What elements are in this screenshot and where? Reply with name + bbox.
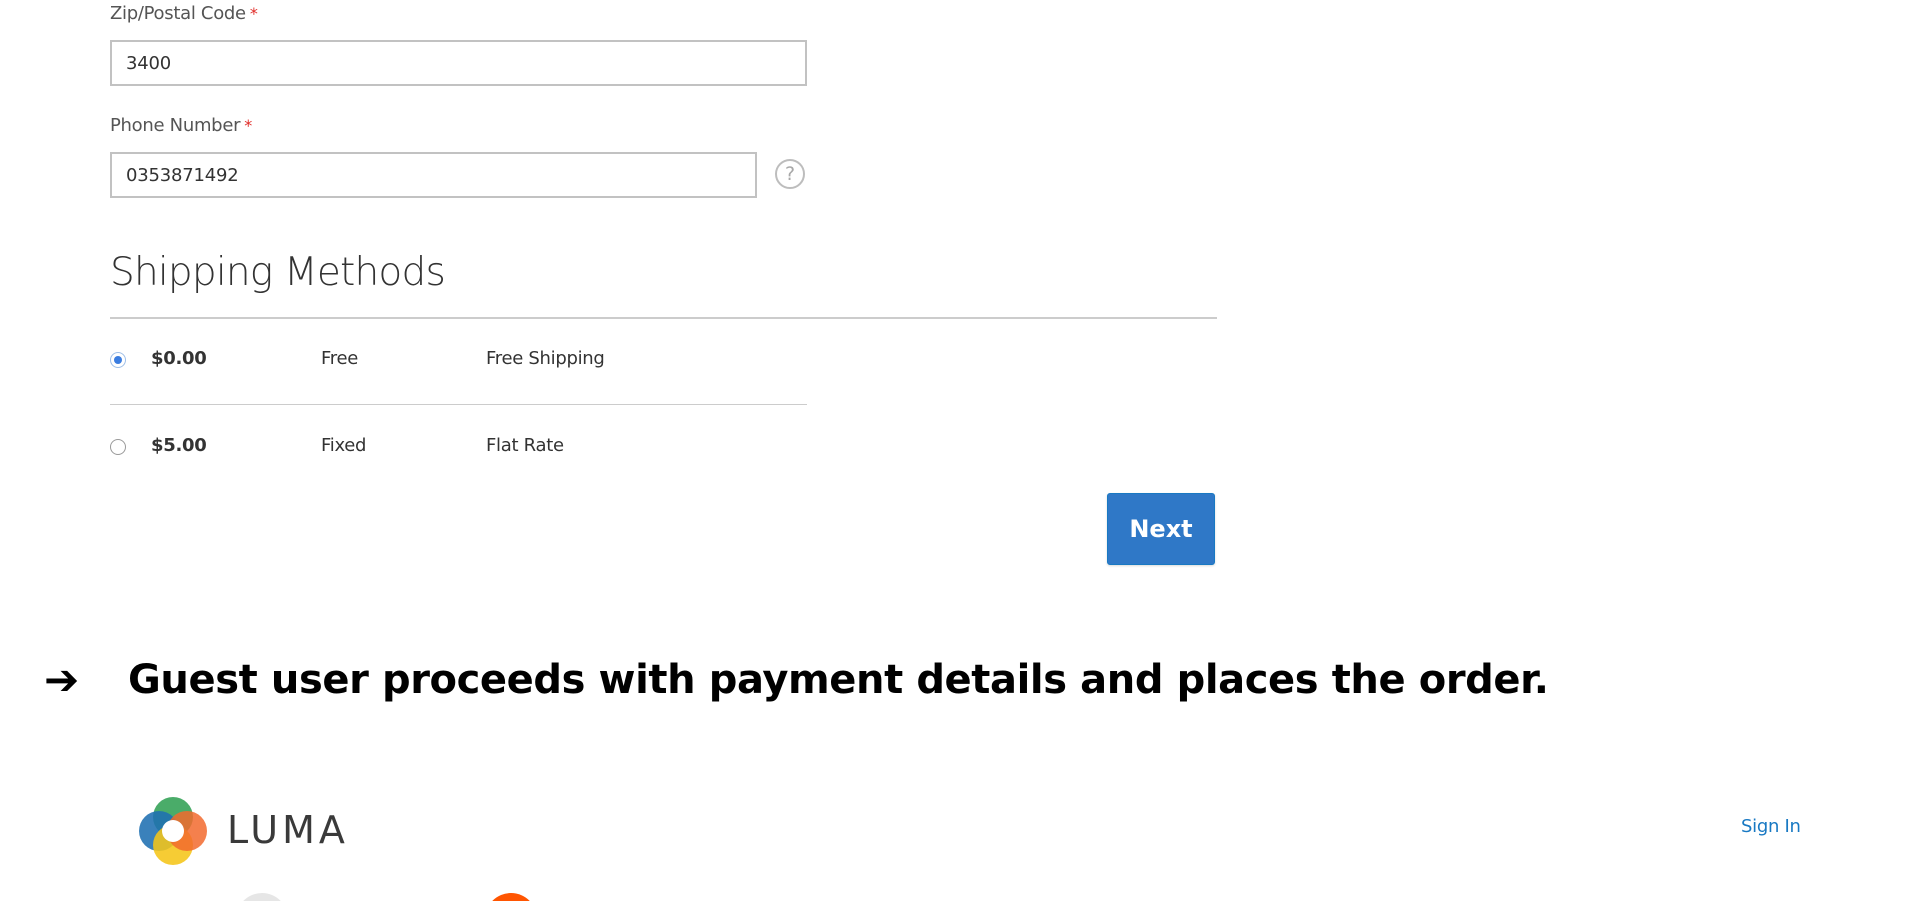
method-carrier: Free Shipping xyxy=(486,348,605,369)
shipping-methods-title: Shipping Methods xyxy=(110,250,446,295)
section-divider xyxy=(110,317,1217,319)
method-carrier: Flat Rate xyxy=(486,435,564,456)
question-mark-circle-icon[interactable]: ? xyxy=(775,159,805,189)
phone-label-text: Phone Number xyxy=(110,115,241,136)
radio-checked-icon[interactable] xyxy=(110,352,126,368)
luma-wordmark[interactable]: LUMA xyxy=(227,805,349,855)
row-divider xyxy=(110,404,807,405)
shipping-method-row-flat[interactable]: $5.00 Fixed Flat Rate xyxy=(110,429,810,465)
phone-input[interactable] xyxy=(110,152,757,198)
radio-unchecked-icon[interactable] xyxy=(110,439,126,455)
method-type: Fixed xyxy=(321,435,367,456)
sign-in-link[interactable]: Sign In xyxy=(1741,816,1801,837)
required-asterisk: * xyxy=(244,116,252,135)
method-type: Free xyxy=(321,348,358,369)
progress-step-icon xyxy=(236,893,288,901)
zip-label-text: Zip/Postal Code xyxy=(110,3,246,24)
progress-step-active-icon xyxy=(485,893,537,901)
shipping-method-row-free[interactable]: $0.00 Free Free Shipping xyxy=(110,342,810,378)
step-description: Guest user proceeds with payment details… xyxy=(128,657,1549,703)
required-asterisk: * xyxy=(249,4,258,23)
luma-logo-icon[interactable] xyxy=(137,795,209,867)
method-price: $5.00 xyxy=(151,435,207,456)
page-canvas: Zip/Postal Code* Phone Number* ? Shippin… xyxy=(0,0,1919,901)
zip-label: Zip/Postal Code * xyxy=(110,3,258,24)
zip-input[interactable] xyxy=(110,40,807,86)
next-button[interactable]: Next xyxy=(1107,493,1215,565)
arrow-right-icon: ➔ xyxy=(44,655,80,704)
phone-label: Phone Number * xyxy=(110,115,252,136)
method-price: $0.00 xyxy=(151,348,207,369)
